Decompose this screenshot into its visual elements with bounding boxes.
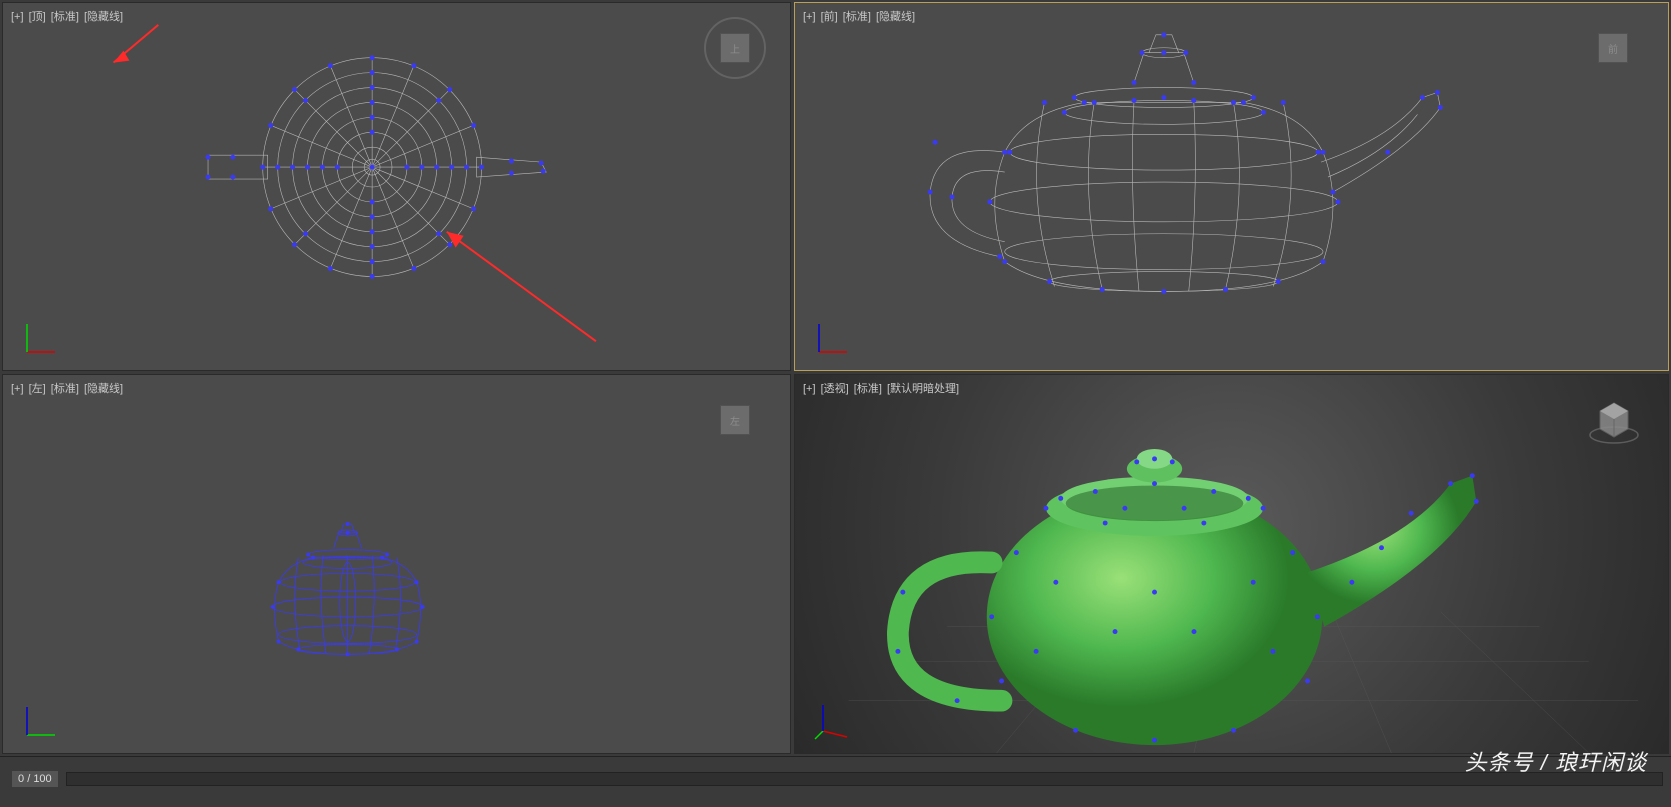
teapot-front-wireframe [795, 3, 1668, 370]
viewport-menu-plus[interactable]: [+] [803, 11, 816, 23]
axis-gizmo-icon [21, 701, 61, 741]
viewport-menu-plus[interactable]: [+] [11, 383, 24, 395]
viewport-top[interactable]: [+] [顶] [标准] [隐藏线] 上 [2, 2, 791, 371]
viewport-label-front[interactable]: [+] [前] [标准] [隐藏线] [803, 8, 917, 24]
viewport-menu-plus[interactable]: [+] [11, 11, 24, 23]
teapot-perspective-shaded [795, 375, 1668, 753]
axis-gizmo-icon [813, 318, 853, 358]
viewport-shading-mode[interactable]: [标准] [51, 11, 79, 23]
viewport-grid: [+] [顶] [标准] [隐藏线] 上 [0, 0, 1671, 756]
viewport-front[interactable]: [+] [前] [标准] [隐藏线] 前 [794, 2, 1669, 371]
timeline-track[interactable] [66, 772, 1663, 786]
viewport-label-left[interactable]: [+] [左] [标准] [隐藏线] [11, 380, 125, 396]
viewport-shading-mode[interactable]: [标准] [854, 383, 882, 395]
viewport-label-perspective[interactable]: [+] [透视] [标准] [默认明暗处理] [803, 380, 961, 396]
viewport-perspective[interactable]: [+] [透视] [标准] [默认明暗处理] [794, 374, 1669, 754]
end-frame: 100 [33, 773, 51, 785]
annotation-arrow-icon [114, 25, 596, 341]
teapot-left-wireframe [3, 375, 790, 753]
viewport-view-name[interactable]: [左] [29, 383, 46, 395]
viewport-left[interactable]: [+] [左] [标准] [隐藏线] 左 [2, 374, 791, 754]
viewport-display-mode[interactable]: [默认明暗处理] [887, 383, 959, 395]
current-frame: 0 [18, 773, 24, 785]
frame-sep: / [27, 773, 30, 785]
viewport-menu-plus[interactable]: [+] [803, 383, 816, 395]
watermark-text: 头条号 / 琅玕闲谈 [1465, 745, 1647, 777]
viewport-label-top[interactable]: [+] [顶] [标准] [隐藏线] [11, 8, 125, 24]
viewport-shading-mode[interactable]: [标准] [843, 11, 871, 23]
viewport-view-name[interactable]: [透视] [821, 383, 849, 395]
viewport-display-mode[interactable]: [隐藏线] [84, 383, 123, 395]
teapot-top-wireframe [3, 3, 790, 370]
timeline-frame-readout: 0 / 100 [12, 771, 58, 787]
viewport-view-name[interactable]: [顶] [29, 11, 46, 23]
viewport-shading-mode[interactable]: [标准] [51, 383, 79, 395]
axis-gizmo-icon [21, 318, 61, 358]
viewport-display-mode[interactable]: [隐藏线] [876, 11, 915, 23]
axis-gizmo-icon [813, 701, 853, 741]
viewport-view-name[interactable]: [前] [821, 11, 838, 23]
viewport-display-mode[interactable]: [隐藏线] [84, 11, 123, 23]
timeline-bar[interactable]: 0 / 100 [0, 756, 1671, 801]
